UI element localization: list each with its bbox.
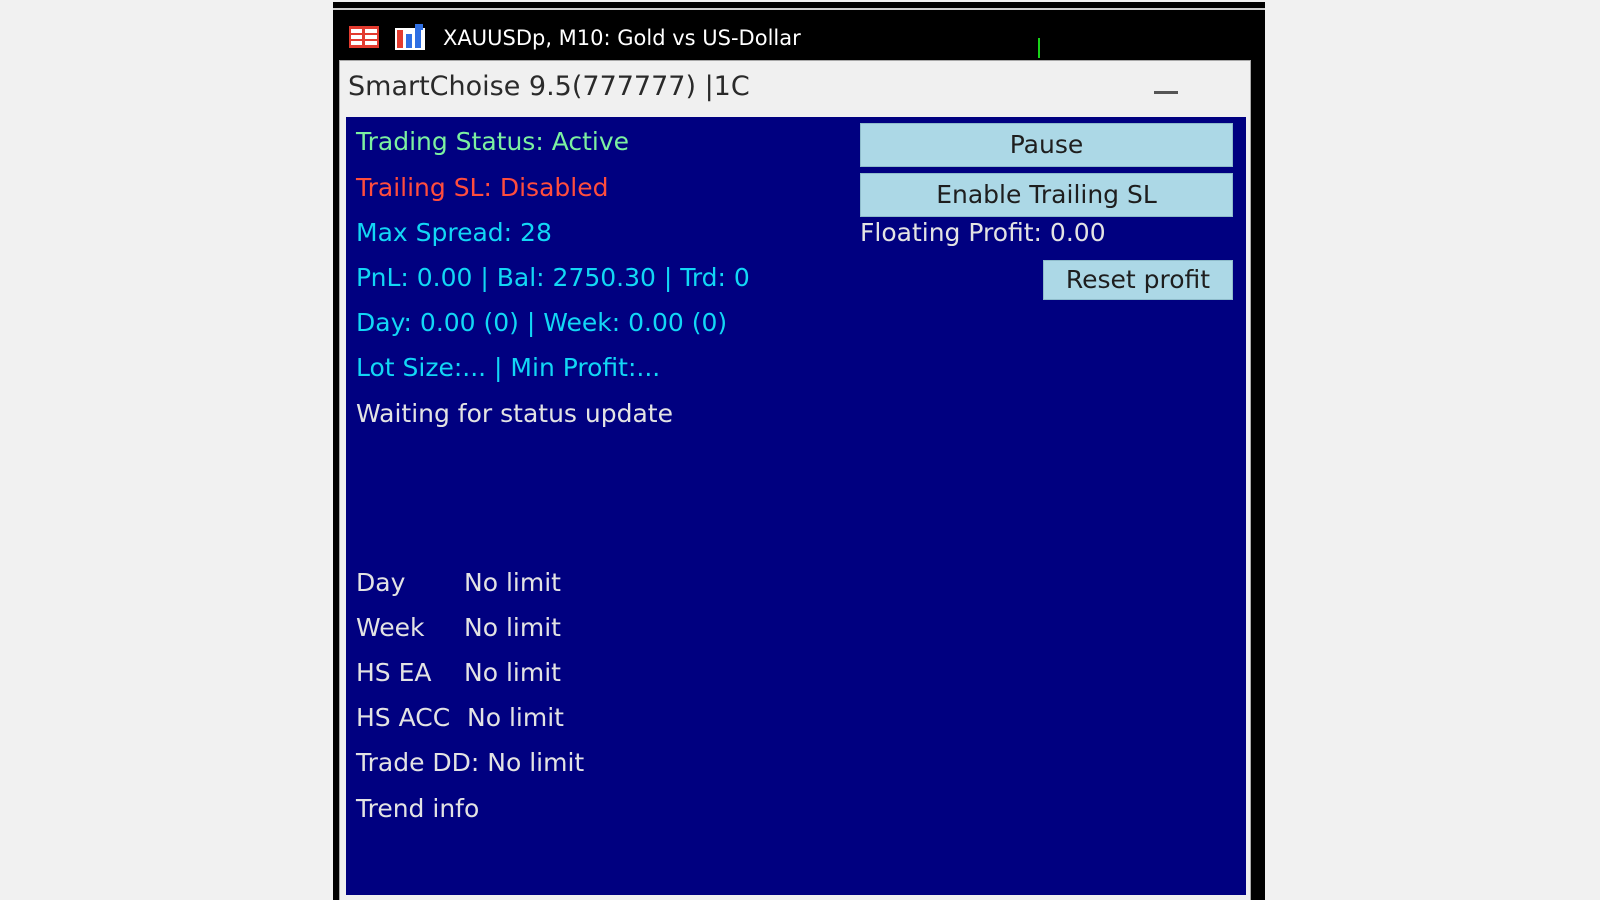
limit-label-week: Week <box>356 613 425 642</box>
chart-title-bar: XAUUSDp, M10: Gold vs US-Dollar <box>333 14 1265 62</box>
limit-value-week: No limit <box>464 613 561 642</box>
chart-title-text: XAUUSDp, M10: Gold vs US-Dollar <box>443 26 801 50</box>
status-message: Waiting for status update <box>356 399 673 428</box>
grid-icon[interactable] <box>349 26 379 48</box>
day-week-profit: Day: 0.00 (0) | Week: 0.00 (0) <box>356 308 728 337</box>
pnl-balance-trades: PnL: 0.00 | Bal: 2750.30 | Trd: 0 <box>356 263 750 292</box>
limit-value-hs-acc: No limit <box>467 703 564 732</box>
price-tick <box>1038 38 1040 58</box>
floating-profit: Floating Profit: 0.00 <box>860 218 1106 247</box>
lot-size-min-profit: Lot Size:... | Min Profit:... <box>356 353 661 382</box>
enable-trailing-sl-button[interactable]: Enable Trailing SL <box>860 173 1233 217</box>
trend-info: Trend info <box>356 794 480 823</box>
limit-label-day: Day <box>356 568 406 597</box>
limit-value-day: No limit <box>464 568 561 597</box>
trade-dd-limit: Trade DD: No limit <box>356 748 585 777</box>
window-right-edge <box>1261 62 1265 900</box>
chart-window: XAUUSDp, M10: Gold vs US-Dollar SmartCho… <box>333 2 1265 900</box>
minimize-button[interactable] <box>1154 91 1178 94</box>
window-top-highlight <box>333 8 1265 10</box>
chart-icon[interactable] <box>395 24 425 50</box>
panel-content: Trading Status: Active Trailing SL: Disa… <box>346 117 1246 895</box>
max-spread: Max Spread: 28 <box>356 218 552 247</box>
trading-status: Trading Status: Active <box>356 127 630 156</box>
trailing-sl-status: Trailing SL: Disabled <box>356 173 609 202</box>
panel-title: SmartChoise 9.5(777777) |1C <box>348 71 750 102</box>
window-top-border <box>333 2 1265 6</box>
limit-label-hs-ea: HS EA <box>356 658 432 687</box>
panel-header[interactable]: SmartChoise 9.5(777777) |1C <box>340 61 1250 116</box>
reset-profit-button[interactable]: Reset profit <box>1043 260 1233 300</box>
limit-value-hs-ea: No limit <box>464 658 561 687</box>
pause-button[interactable]: Pause <box>860 123 1233 167</box>
limit-label-hs-acc: HS ACC <box>356 703 451 732</box>
ea-panel: SmartChoise 9.5(777777) |1C Trading Stat… <box>339 60 1251 900</box>
